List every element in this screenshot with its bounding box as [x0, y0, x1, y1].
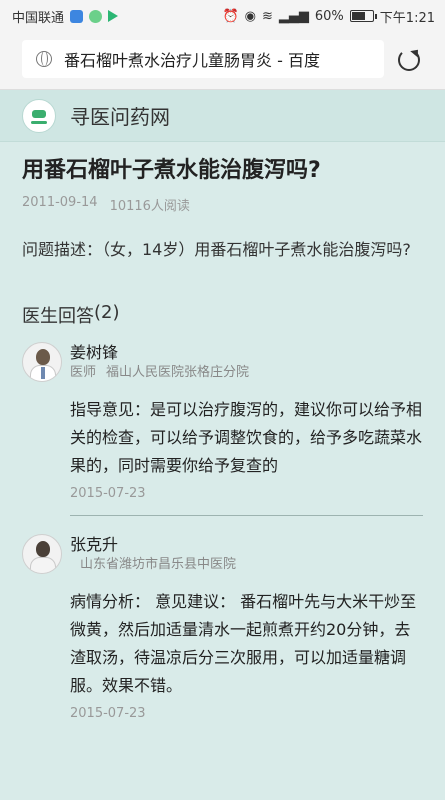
doctor-name[interactable]: 姜树锋 [70, 342, 423, 364]
globe-icon [36, 51, 52, 67]
doctor-info: 医师 福山人民医院张格庄分院 [70, 364, 423, 382]
site-logo-icon[interactable] [22, 98, 56, 133]
answer-item: 姜树锋 医师 福山人民医院张格庄分院 指导意见：是可以治疗腹泻的，建议你可以给予… [22, 342, 423, 516]
site-header: 寻医问药网 [0, 90, 445, 142]
doctor-hospital: 福山人民医院张格庄分院 [106, 365, 250, 380]
doctor-info: 山东省潍坊市昌乐县中医院 [70, 556, 423, 574]
doctor-name[interactable]: 张克升 [70, 534, 423, 556]
play-store-icon [108, 10, 119, 22]
alarm-icon: ⏰ [222, 8, 239, 24]
address-bar-title[interactable]: 番石榴叶煮水治疗儿童肠胃炎 - 百度 [64, 47, 320, 71]
browser-toolbar: 番石榴叶煮水治疗儿童肠胃炎 - 百度 [0, 32, 445, 90]
site-name[interactable]: 寻医问药网 [70, 101, 170, 130]
question-title: 用番石榴叶子煮水能治腹泻吗? [22, 158, 321, 183]
answers-header-label: 医生回答 [22, 306, 94, 327]
question-meta: 2011-09-14 10116人阅读 [22, 195, 423, 214]
answer-date: 2015-07-23 [70, 486, 146, 501]
reload-icon[interactable] [398, 49, 420, 71]
avatar[interactable] [22, 342, 62, 382]
answers-header-count: (2) [94, 302, 120, 323]
main-content: 用番石榴叶子煮水能治腹泻吗? 2011-09-14 10116人阅读 问题描述：… [0, 142, 445, 721]
eye-icon: ◉ [244, 8, 256, 24]
battery-percent: 60% [314, 8, 344, 24]
question-description: 问题描述：（女，14岁）用番石榴叶子煮水能治腹泻吗? [22, 240, 411, 259]
doctor-hospital: 山东省潍坊市昌乐县中医院 [80, 557, 237, 572]
avatar[interactable] [22, 534, 62, 574]
answers-header: 医生回答 (2) [22, 302, 423, 328]
wifi-icon: ≋ [261, 8, 273, 24]
bulb-icon [89, 9, 103, 23]
address-bar[interactable]: 番石榴叶煮水治疗儿童肠胃炎 - 百度 [22, 40, 384, 78]
clock: 下午1:21 [379, 10, 435, 26]
shield-icon [70, 9, 84, 23]
signal-icon: ▂▄▆ [278, 8, 309, 24]
question-views: 10116人阅读 [109, 199, 190, 214]
status-bar: 中国联通 ⏰ ◉ ≋ ▂▄▆ 60% 下午1:21 [0, 0, 445, 32]
answer-date: 2015-07-23 [70, 706, 146, 721]
status-left: 中国联通 [12, 7, 119, 26]
answer-text: 指导意见：是可以治疗腹泻的，建议你可以给予相关的检查，可以给予调整饮食的，给予多… [70, 400, 423, 475]
divider [70, 515, 423, 516]
battery-icon [349, 10, 377, 22]
doctor-title: 医师 [70, 365, 97, 380]
answer-text: 病情分析： 意见建议： 番石榴叶先与大米干炒至微黄，然后加适量清水一起煎煮开约2… [70, 592, 417, 695]
question-date: 2011-09-14 [22, 195, 98, 210]
answer-item: 张克升 山东省潍坊市昌乐县中医院 病情分析： 意见建议： 番石榴叶先与大米干炒至… [22, 534, 423, 721]
status-right: ⏰ ◉ ≋ ▂▄▆ 60% 下午1:21 [222, 7, 435, 26]
carrier-label: 中国联通 [12, 10, 65, 26]
